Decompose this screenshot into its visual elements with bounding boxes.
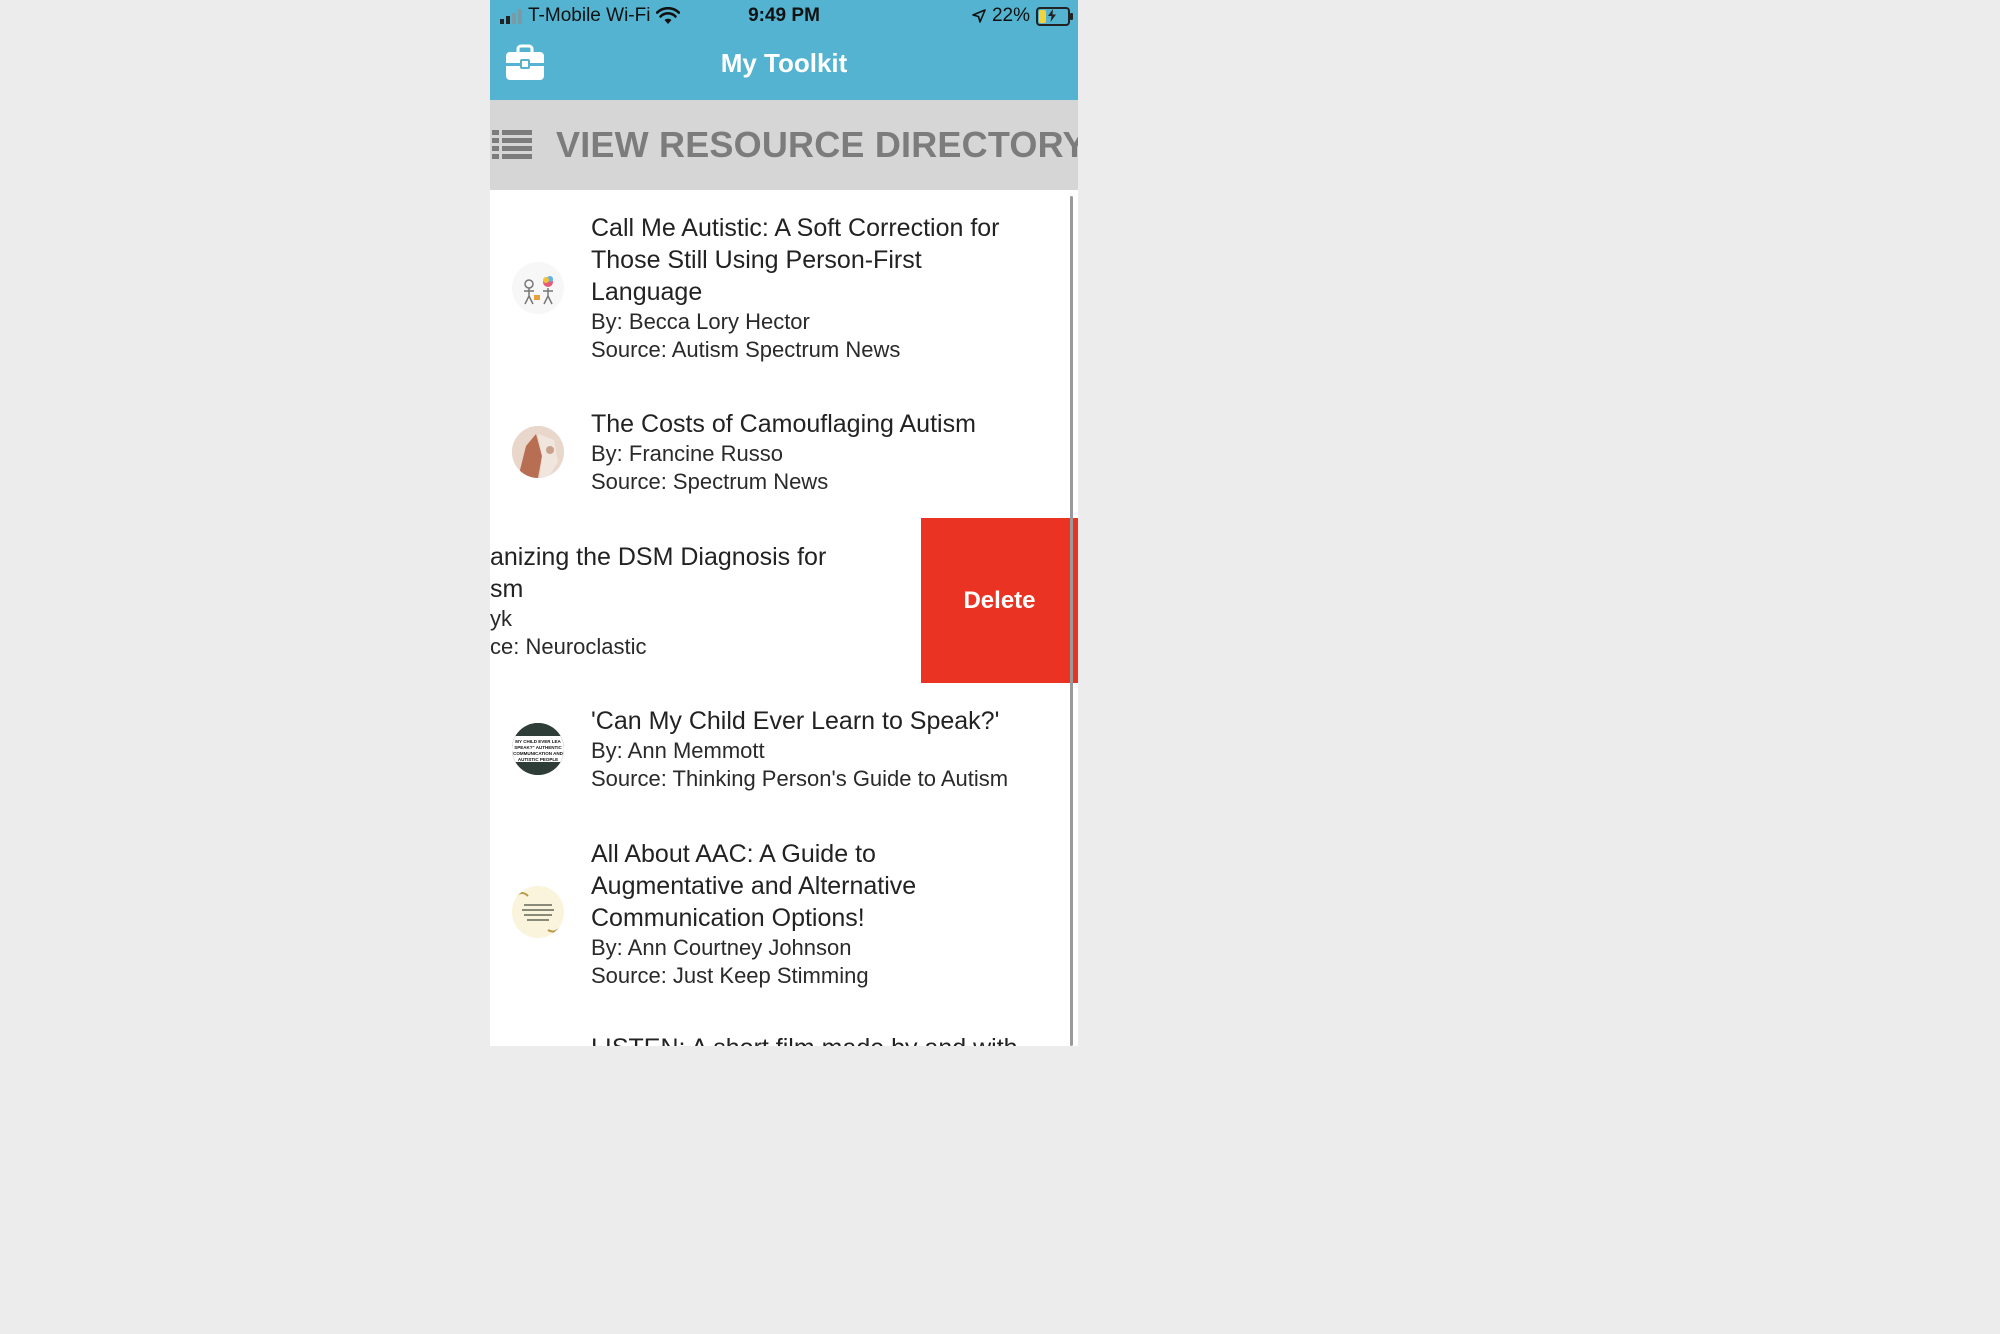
resource-thumbnail: MY CHILD EVER LEA SPEAK?" AUTHENTIC COMM… xyxy=(512,723,564,775)
list-item[interactable]: MY CHILD EVER LEA SPEAK?" AUTHENTIC COMM… xyxy=(490,705,1078,801)
resource-title-line: Call Me Autistic: A Soft Correction for xyxy=(591,214,1000,242)
thumbnail-text-line: COMMUNICATION AND xyxy=(513,751,563,756)
resource-title-line: 'Can My Child Ever Learn to Speak?' xyxy=(591,707,1000,735)
resource-author: By: Becca Lory Hector xyxy=(591,309,810,334)
delete-button[interactable]: Delete xyxy=(921,518,1078,683)
resource-text: 'Can My Child Ever Learn to Speak?' By: … xyxy=(591,705,1061,793)
thumbnail-text-line: MY CHILD EVER LEA xyxy=(515,739,561,744)
list-icon xyxy=(492,130,532,159)
resource-text: anizing the DSM Diagnosis for sm yk ce: … xyxy=(490,541,910,661)
resource-title-line: Those Still Using Person-First xyxy=(591,246,922,274)
resource-author: By: Ann Courtney Johnson xyxy=(591,935,852,960)
resource-title-line: Communication Options! xyxy=(591,904,865,932)
resource-title-line: All About AAC: A Guide to xyxy=(591,840,876,868)
resource-text: All About AAC: A Guide to Augmentative a… xyxy=(591,838,1061,990)
resource-title-line: Language xyxy=(591,278,703,306)
resource-thumbnail xyxy=(512,886,564,938)
resource-list: Call Me Autistic: A Soft Correction for … xyxy=(490,190,1078,1046)
view-resource-directory-button[interactable]: VIEW RESOURCE DIRECTORY xyxy=(490,100,1078,190)
list-item[interactable]: All About AAC: A Guide to Augmentative a… xyxy=(490,838,1078,998)
directory-label: VIEW RESOURCE DIRECTORY xyxy=(556,124,1078,165)
list-item[interactable]: Call Me Autistic: A Soft Correction for … xyxy=(490,212,1078,372)
resource-text: The Costs of Camouflaging Autism By: Fra… xyxy=(591,408,1061,496)
scrollbar[interactable] xyxy=(1070,196,1073,1046)
resource-source: ce: Neuroclastic xyxy=(490,634,647,659)
app-header: T-Mobile Wi-Fi 9:49 PM 22% My Toolkit xyxy=(490,0,1078,100)
location-arrow-icon xyxy=(972,9,986,23)
list-item[interactable]: The Costs of Camouflaging Autism By: Fra… xyxy=(490,408,1078,504)
resource-source: Source: Autism Spectrum News xyxy=(591,337,901,362)
resource-author: By: Ann Memmott xyxy=(591,738,765,763)
phone-screen: T-Mobile Wi-Fi 9:49 PM 22% My Toolkit VI… xyxy=(490,0,1078,1046)
resource-author: yk xyxy=(490,606,512,631)
battery-percent: 22% xyxy=(991,5,1030,26)
resource-source: Source: Spectrum News xyxy=(591,469,829,494)
battery-icon xyxy=(1036,6,1073,26)
resource-author: By: Francine Russo xyxy=(591,441,783,466)
resource-title-line: sm xyxy=(490,575,524,603)
status-bar: T-Mobile Wi-Fi 9:49 PM 22% xyxy=(490,0,1078,32)
resource-source: Source: Thinking Person's Guide to Autis… xyxy=(591,766,1009,791)
resource-source: Source: Just Keep Stimming xyxy=(591,963,869,988)
resource-title-line: LISTEN: A short film made by and with xyxy=(591,1032,1061,1046)
list-item[interactable]: LISTEN: A short film made by and with xyxy=(490,1032,1078,1046)
resource-title-line: The Costs of Camouflaging Autism xyxy=(591,410,976,438)
page-title: My Toolkit xyxy=(720,48,848,78)
resource-title-line: anizing the DSM Diagnosis for xyxy=(490,543,827,571)
status-right: 22% xyxy=(972,5,1073,27)
resource-text: Call Me Autistic: A Soft Correction for … xyxy=(591,212,1061,364)
thumbnail-text-line: AUTISTIC PEOPLE xyxy=(518,757,558,762)
thumbnail-text-line: SPEAK?" AUTHENTIC xyxy=(514,745,562,750)
resource-thumbnail xyxy=(512,426,564,478)
resource-thumbnail xyxy=(512,262,564,314)
resource-text: LISTEN: A short film made by and with xyxy=(591,1032,1061,1046)
resource-title-line: Augmentative and Alternative xyxy=(591,872,917,900)
